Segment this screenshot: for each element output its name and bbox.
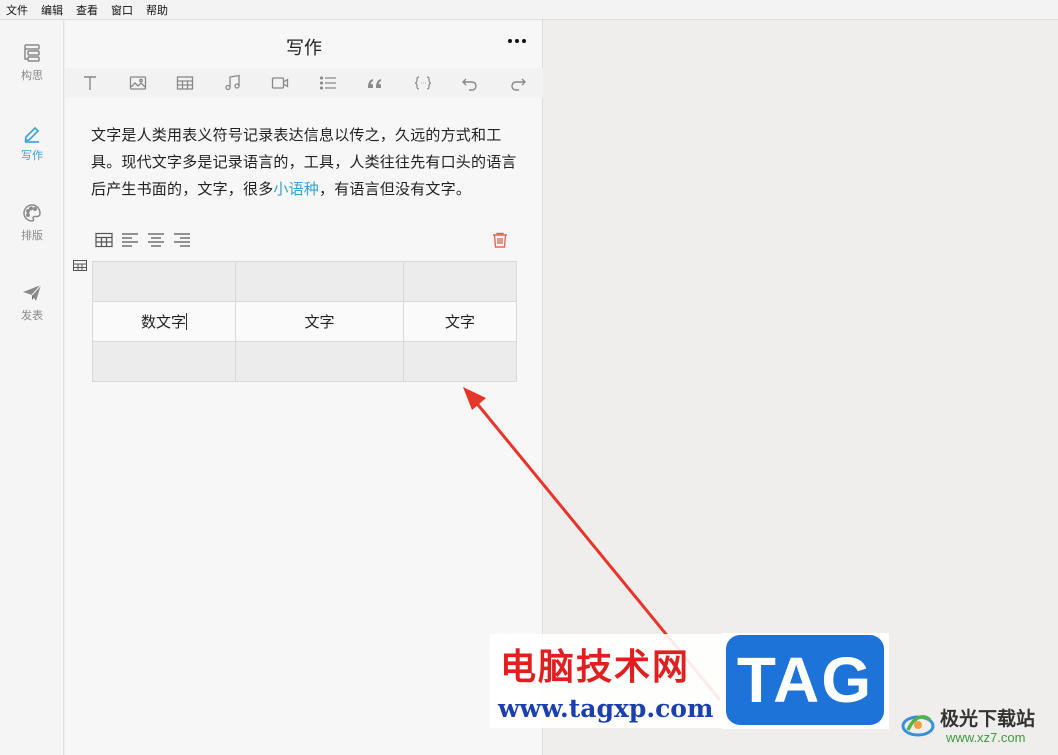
redo-icon[interactable] <box>507 72 529 94</box>
menu-window[interactable]: 窗口 <box>111 2 133 18</box>
table-row <box>92 261 517 302</box>
align-right-icon[interactable] <box>173 232 191 248</box>
menu-edit[interactable]: 编辑 <box>41 2 63 18</box>
paragraph-text-end: ，有语言但没有文字。 <box>319 180 472 198</box>
paper-plane-icon <box>23 284 42 301</box>
body-paragraph[interactable]: 文字是人类用表义符号记录表达信息以传之，久远的方式和工具。现代文字多是记录语言的… <box>91 122 521 203</box>
quote-icon[interactable] <box>364 72 386 94</box>
table-settings-icon[interactable] <box>95 232 113 248</box>
tag-logo-text: TAG <box>726 635 884 725</box>
table-row: 数文字 文字 文字 <box>92 301 517 342</box>
menu-view[interactable]: 查看 <box>76 2 98 18</box>
watermark-tag-logo: TAG <box>722 633 889 729</box>
nav-item-outline[interactable]: 构思 <box>0 42 64 98</box>
table-cell[interactable] <box>403 261 517 302</box>
list-icon[interactable] <box>317 72 339 94</box>
text-caret <box>186 313 187 330</box>
left-nav: 构思 写作 排版 发表 <box>0 20 64 755</box>
palette-icon <box>23 204 41 222</box>
watermark-xz7: 极光下载站 www.xz7.com <box>900 704 1056 752</box>
cell-text: 数文字 <box>140 313 186 331</box>
watermark-right-url: www.xz7.com <box>946 730 1026 745</box>
table-row <box>92 341 517 382</box>
more-icon[interactable] <box>508 36 526 46</box>
nav-item-label: 写作 <box>21 149 43 162</box>
nav-item-write[interactable]: 写作 <box>0 122 64 178</box>
table-cell[interactable] <box>403 341 517 382</box>
table-icon[interactable] <box>174 72 196 94</box>
menu-bar: 文件 编辑 查看 窗口 帮助 <box>0 0 1058 20</box>
editor-title: 写作 <box>286 38 322 59</box>
format-toolbar <box>65 68 543 98</box>
table-tools <box>95 232 191 248</box>
menu-help[interactable]: 帮助 <box>146 2 168 18</box>
text-icon[interactable] <box>79 72 101 94</box>
nav-item-label: 发表 <box>21 309 43 322</box>
music-icon[interactable] <box>222 72 244 94</box>
table-cell[interactable] <box>92 341 236 382</box>
image-icon[interactable] <box>127 72 149 94</box>
align-center-icon[interactable] <box>147 232 165 248</box>
code-icon[interactable] <box>412 72 434 94</box>
outline-icon <box>24 44 40 62</box>
table-cell[interactable] <box>235 341 404 382</box>
pen-icon <box>24 126 40 143</box>
table-cell[interactable] <box>235 261 404 302</box>
table-cell[interactable]: 文字 <box>235 301 404 342</box>
content-table: 数文字 文字 文字 <box>92 261 517 382</box>
table-cell[interactable]: 文字 <box>403 301 517 342</box>
editor-panel: 写作 文字是人类用表义符号记录表达信息以传之，久远的方式和工具。现代文字多是记录… <box>65 20 543 755</box>
undo-icon[interactable] <box>459 72 481 94</box>
table-cell-active[interactable]: 数文字 <box>92 301 236 342</box>
watermark-site-name: 电脑技术网 <box>500 647 691 688</box>
align-left-icon[interactable] <box>121 232 139 248</box>
nav-item-label: 构思 <box>21 69 43 82</box>
table-handle-icon[interactable] <box>73 260 87 271</box>
delete-table-icon[interactable] <box>491 231 509 249</box>
menu-file[interactable]: 文件 <box>6 2 28 18</box>
nav-item-label: 排版 <box>21 229 43 242</box>
paragraph-link[interactable]: 小语种 <box>273 180 319 198</box>
nav-item-layout[interactable]: 排版 <box>0 202 64 258</box>
table-cell[interactable] <box>92 261 236 302</box>
nav-item-publish[interactable]: 发表 <box>0 282 64 338</box>
aurora-logo-icon <box>901 715 935 737</box>
watermark-right-name: 极光下载站 <box>940 708 1036 730</box>
watermark-site: 电脑技术网 www.tagxp.com <box>490 634 725 728</box>
video-icon[interactable] <box>269 72 291 94</box>
watermark-site-url: www.tagxp.com <box>498 694 714 723</box>
